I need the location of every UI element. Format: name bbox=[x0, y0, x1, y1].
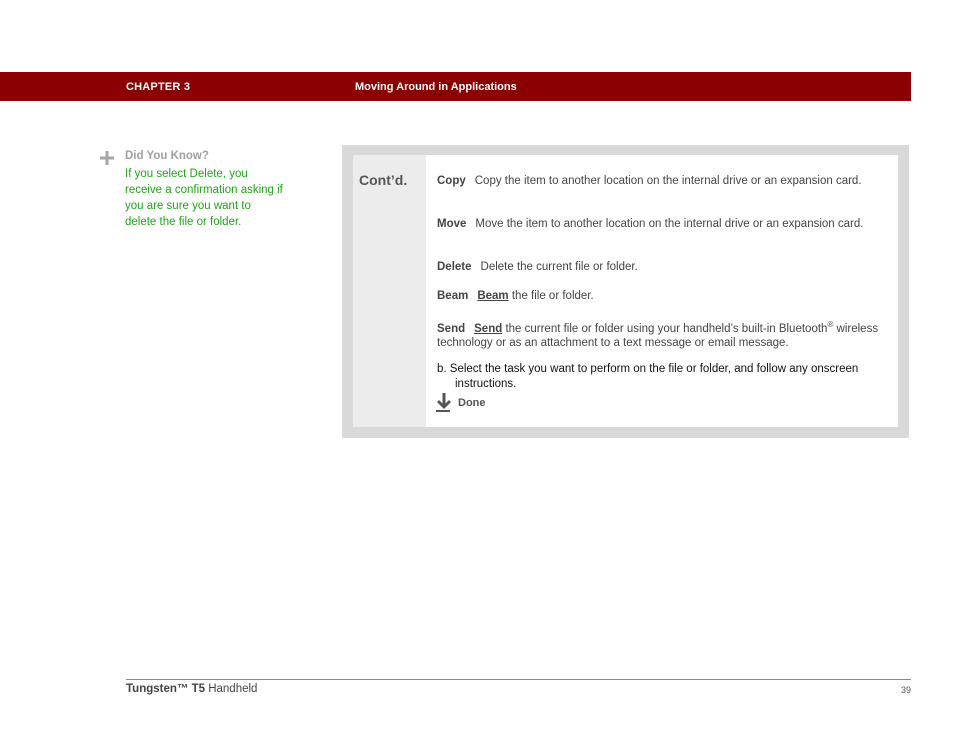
continued-box-label-column bbox=[353, 155, 426, 427]
option-term: Delete bbox=[437, 261, 472, 273]
option-term: Copy bbox=[437, 175, 466, 187]
option-term: Move bbox=[437, 218, 467, 230]
plus-icon bbox=[100, 151, 114, 165]
option-delete: Delete Delete the current file or folder. bbox=[437, 260, 889, 275]
option-copy: Copy Copy the item to another location on… bbox=[437, 174, 889, 189]
product-name: Tungsten™ T5 bbox=[126, 683, 206, 695]
option-description: Copy the item to another location on the… bbox=[474, 175, 862, 187]
option-description: Delete the current file or folder. bbox=[480, 261, 638, 273]
option-term: Beam bbox=[437, 290, 469, 302]
tip-body: If you select Delete, you receive a conf… bbox=[125, 168, 283, 228]
option-send: Send Send the current file or folder usin… bbox=[437, 318, 889, 351]
beam-link[interactable]: Beam bbox=[477, 290, 508, 302]
option-description: the file or folder. bbox=[508, 290, 594, 302]
option-term: Send bbox=[437, 322, 466, 335]
option-description: Move the item to another location on the… bbox=[475, 218, 864, 230]
done-label: Done bbox=[458, 397, 486, 409]
chapter-title: Moving Around in Applications bbox=[355, 81, 517, 93]
option-description: the current file or folder using your ha… bbox=[502, 322, 828, 335]
tip-heading: Did You Know? bbox=[125, 150, 209, 162]
step-b: b. Select the task you want to perform o… bbox=[437, 363, 859, 390]
send-link[interactable]: Send bbox=[474, 323, 502, 335]
footer-divider bbox=[126, 679, 911, 680]
option-move: Move Move the item to another location on… bbox=[437, 217, 889, 232]
chapter-label: CHAPTER 3 bbox=[126, 81, 191, 93]
page-number: 39 bbox=[900, 685, 911, 695]
footer-product: Tungsten™ T5 Handheld bbox=[126, 683, 257, 695]
product-suffix: Handheld bbox=[205, 683, 258, 695]
continued-label: Cont’d. bbox=[359, 172, 408, 188]
option-beam: Beam Beam the file or folder. bbox=[437, 289, 889, 304]
arrow-down-icon bbox=[436, 393, 452, 413]
